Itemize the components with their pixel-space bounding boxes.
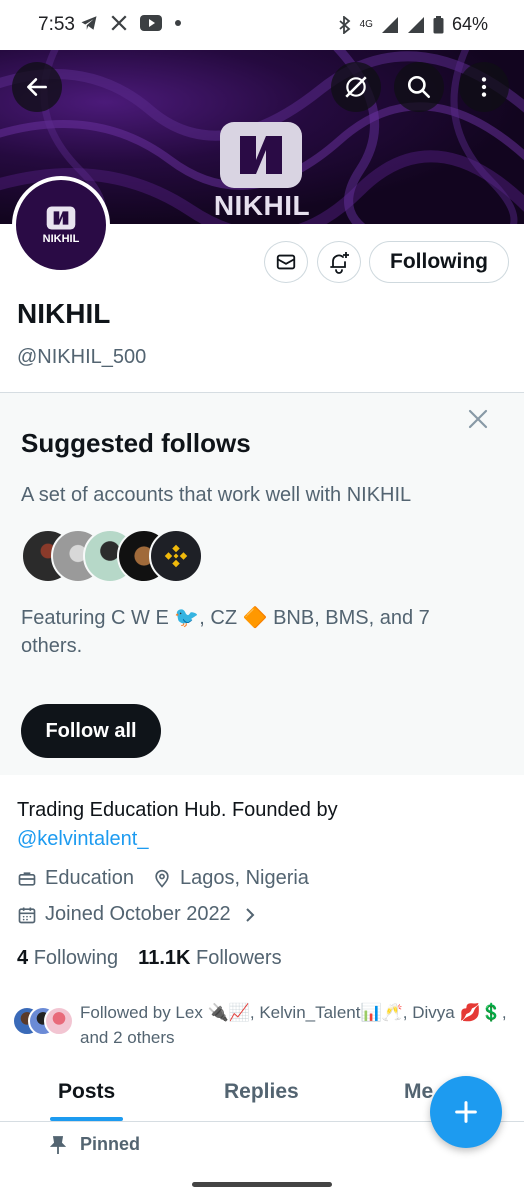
bluetooth-icon — [339, 15, 351, 34]
signal-icon — [381, 16, 398, 33]
status-time: 7:53 — [38, 14, 75, 35]
following-button[interactable]: Following — [369, 241, 509, 283]
followed-by-text: Followed by Lex 🔌📈, Kelvin_Talent📊🥂, Div… — [80, 1003, 507, 1047]
wifi-icon — [407, 16, 424, 33]
more-button[interactable] — [459, 62, 509, 112]
status-bar: 7:53 4G 64% — [0, 0, 524, 50]
avatar-logo-icon — [46, 206, 76, 230]
tab-media[interactable]: Me — [404, 1080, 433, 1104]
tab-posts[interactable]: Posts — [58, 1080, 115, 1104]
suggested-avatar — [149, 529, 203, 583]
grok-icon — [345, 76, 367, 98]
followers-count: 11.1K — [138, 947, 191, 969]
tab-replies[interactable]: Replies — [224, 1080, 299, 1104]
more-vertical-icon — [481, 77, 487, 97]
pinned-label-row: Pinned — [50, 1134, 140, 1155]
banner-logo-icon — [220, 122, 302, 188]
notifications-button[interactable] — [317, 241, 361, 283]
dot-icon — [175, 20, 181, 26]
x-icon — [111, 15, 127, 31]
search-button[interactable] — [394, 62, 444, 112]
profile-location: Lagos, Nigeria — [179, 867, 309, 889]
close-icon[interactable] — [466, 407, 490, 431]
profile-meta-row: Education Lagos, Nigeria — [17, 867, 309, 890]
network-label: 4G — [359, 19, 373, 30]
calendar-icon — [18, 907, 36, 923]
back-button[interactable] — [12, 62, 62, 112]
suggested-avatars[interactable] — [21, 529, 221, 583]
arrow-left-icon — [27, 78, 47, 96]
profile-category: Education — [45, 867, 134, 889]
follow-all-button[interactable]: Follow all — [21, 704, 161, 758]
binance-icon — [164, 544, 188, 568]
pin-icon — [50, 1135, 66, 1154]
suggested-follows-title: Suggested follows — [21, 428, 251, 458]
bio-text: Trading Education Hub. Founded by — [17, 799, 338, 821]
following-count: 4 — [17, 947, 29, 969]
active-tab-indicator — [50, 1117, 123, 1121]
grok-button[interactable] — [331, 62, 381, 112]
telegram-icon — [81, 16, 97, 30]
followers-label: Followers — [196, 947, 282, 969]
chevron-right-icon — [245, 907, 255, 922]
suggested-follows-subtitle: A set of accounts that work well with NI… — [21, 484, 412, 506]
home-indicator[interactable] — [192, 1182, 332, 1187]
youtube-icon — [140, 15, 162, 31]
follow-stats: 4 Following 11.1K Followers — [17, 947, 282, 970]
banner-name: NIKHIL — [213, 190, 311, 221]
following-stat[interactable]: 4 Following — [17, 947, 118, 970]
bio-mention-link[interactable]: @kelvintalent_ — [17, 828, 148, 850]
pinned-label: Pinned — [80, 1134, 141, 1154]
briefcase-icon — [18, 871, 36, 886]
plus-icon — [455, 1101, 477, 1123]
message-button[interactable] — [264, 241, 308, 283]
followed-by[interactable]: Followed by Lex 🔌📈, Kelvin_Talent📊🥂, Div… — [12, 1000, 512, 1050]
followers-stat[interactable]: 11.1K Followers — [138, 947, 281, 970]
profile-joined: Joined October 2022 — [45, 903, 231, 925]
bell-plus-icon — [330, 252, 349, 274]
following-label: Following — [33, 947, 119, 969]
location-pin-icon — [155, 869, 169, 888]
compose-button[interactable] — [430, 1076, 502, 1148]
mail-icon — [276, 254, 296, 270]
avatar-text: NIKHIL — [42, 233, 80, 245]
display-name: NIKHIL — [17, 298, 111, 329]
followed-by-avatars — [12, 1006, 78, 1040]
avatar[interactable]: NIKHIL — [12, 176, 110, 274]
battery-percent: 64% — [451, 14, 488, 34]
battery-icon — [433, 15, 444, 33]
bio: Trading Education Hub. Founded by @kelvi… — [17, 796, 497, 854]
suggested-follows-card: Suggested follows A set of accounts that… — [0, 393, 524, 775]
follower-avatar — [44, 1006, 74, 1036]
search-icon — [407, 75, 431, 99]
featuring-text: Featuring C W E 🐦, CZ 🔶 BNB, BMS, and 7 … — [21, 607, 430, 657]
joined-row[interactable]: Joined October 2022 — [17, 903, 265, 926]
handle: @NIKHIL_500 — [17, 346, 147, 368]
